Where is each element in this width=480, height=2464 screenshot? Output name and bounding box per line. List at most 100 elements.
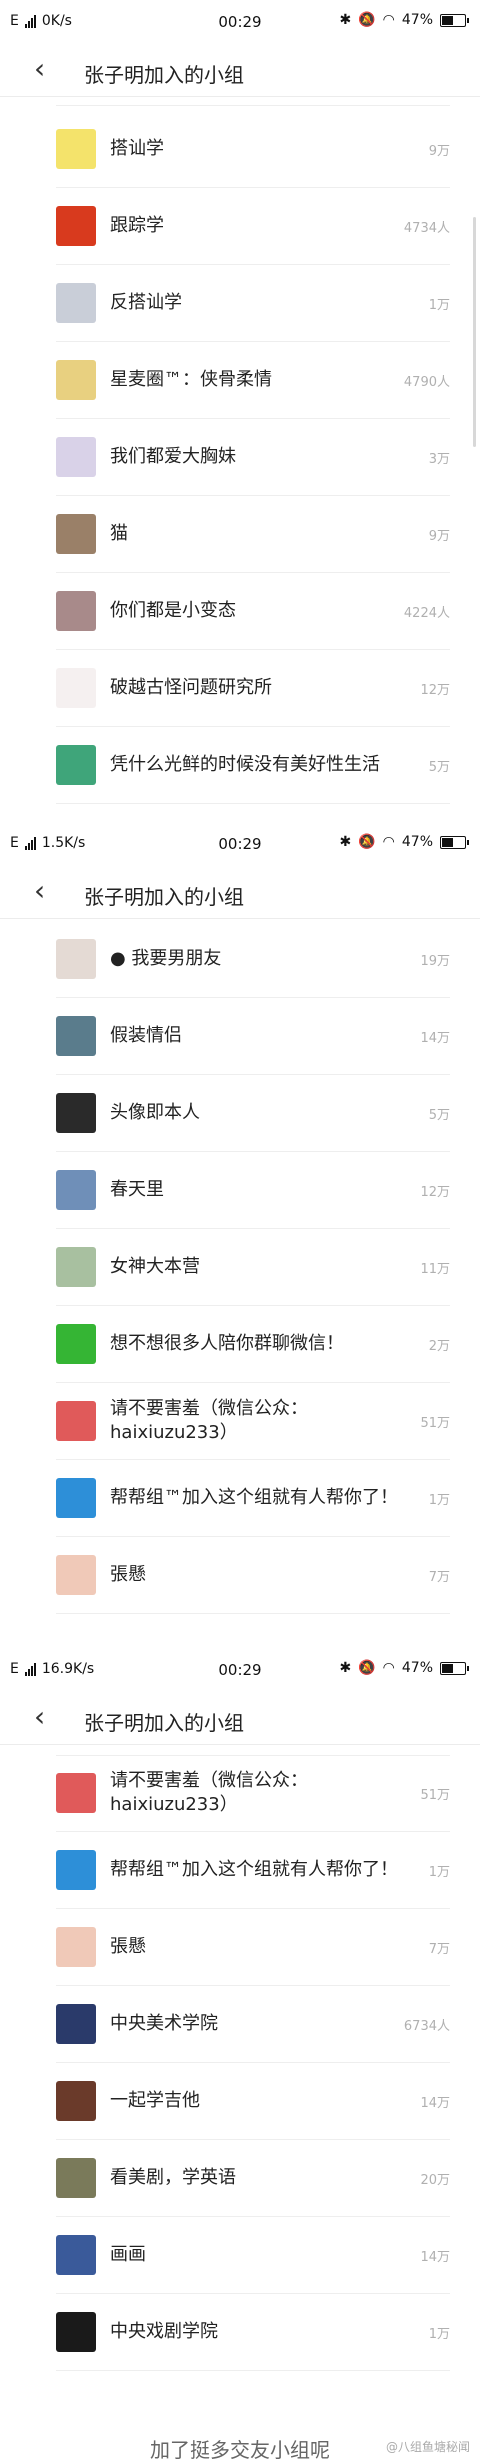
status-bar: E 0K/s 00:29 ✱ 🔕 ◠ 47%: [0, 0, 480, 44]
list-item[interactable]: 春天里 12万: [56, 1152, 450, 1229]
group-list[interactable]: 请不要害羞（微信公众：haixiuzu233） 51万帮帮组™加入这个组就有人帮你…: [0, 1745, 480, 2464]
pink-avatar: [56, 1927, 96, 1967]
soldier-avatar: [56, 2158, 96, 2198]
list-item[interactable]: 星麦圈™：侠骨柔情 4790人: [56, 342, 450, 419]
page-title: 张子明加入的小组: [84, 885, 244, 909]
mute-icon: 🔕: [358, 834, 376, 850]
back-arrow-icon[interactable]: ‹: [34, 55, 45, 83]
group-name: 反搭讪学: [110, 292, 182, 313]
group-name: 头像即本人: [110, 1102, 200, 1123]
group-name: 请不要害羞（微信公众：haixiuzu233）: [110, 1770, 308, 1815]
member-count: 6734人: [403, 2018, 450, 2034]
sunset-avatar: [56, 1247, 96, 1287]
group-name: 猫: [110, 523, 128, 544]
group-name: 跟踪学: [110, 215, 164, 236]
doraemon-avatar: [56, 1478, 96, 1518]
list-item[interactable]: 帮帮组™加入这个组就有人帮你了！ 1万: [56, 1832, 450, 1909]
list-item[interactable]: 搭讪学 9万: [56, 111, 450, 188]
drawing-avatar: [56, 745, 96, 785]
pink-avatar: [56, 1555, 96, 1595]
list-item[interactable]: 我们都爱大胸妹 3万: [56, 419, 450, 496]
member-count: 3万: [428, 451, 450, 467]
group-list[interactable]: ● 我要男朋友 19万 假装情侣 14万 头像即本人 5万 春天里 12万 女神大本营 11万 想不…: [0, 919, 480, 1648]
sea-avatar: [56, 1016, 96, 1056]
nohaixiu-avatar: [56, 1401, 96, 1441]
group-name: 中央美术学院: [110, 2013, 218, 2034]
battery-level: 47%: [401, 1660, 433, 1676]
group-name: 帮帮组™加入这个组就有人帮你了！: [110, 1487, 398, 1508]
battery-level: 47%: [401, 12, 433, 28]
paint-avatar: [56, 2235, 96, 2275]
group-name: 想不想很多人陪你群聊微信！: [110, 1333, 344, 1354]
list-item[interactable]: 破越古怪问题研究所 12万: [56, 650, 450, 727]
girl-avatar: [56, 591, 96, 631]
list-item[interactable]: 張懸 7万: [56, 1537, 450, 1614]
nohaixiu-avatar: [56, 1773, 96, 1813]
anime-avatar: [56, 437, 96, 477]
screenshot-1: E 0K/s 00:29 ✱ 🔕 ◠ 47% ‹ 张子明加入的小组 搭讪学 9万跟…: [0, 0, 480, 822]
group-name: 看美剧，学英语: [110, 2167, 236, 2188]
red-avatar: [56, 206, 96, 246]
list-item[interactable]: 跟踪学 4734人: [56, 188, 450, 265]
group-name: 凭什么光鲜的时候没有美好性生活: [110, 754, 380, 775]
member-count: 51万: [420, 1787, 450, 1803]
bluetooth-icon: ✱: [339, 834, 352, 850]
photo-avatar: [56, 283, 96, 323]
member-count: 5万: [428, 1107, 450, 1123]
back-arrow-icon[interactable]: ‹: [34, 877, 45, 905]
list-item[interactable]: 请不要害羞（微信公众：haixiuzu233） 51万: [56, 1755, 450, 1832]
member-count: 9万: [428, 528, 450, 544]
member-count: 19万: [420, 953, 450, 969]
cafa-avatar: [56, 2004, 96, 2044]
list-item[interactable]: 中央戏剧学院 1万: [56, 2294, 450, 2371]
group-name: 画画: [110, 2244, 146, 2265]
page-title: 张子明加入的小组: [84, 63, 244, 87]
list-item[interactable]: 猫 9万: [56, 496, 450, 573]
member-count: 1万: [428, 2326, 450, 2342]
member-count: 12万: [420, 682, 450, 698]
bluetooth-icon: ✱: [339, 12, 352, 28]
book-avatar: [56, 129, 96, 169]
list-item[interactable]: 一起学吉他 14万: [56, 2063, 450, 2140]
list-item[interactable]: 中央美术学院 6734人: [56, 1986, 450, 2063]
wifi-icon: ◠: [382, 834, 395, 850]
group-name: 假装情侣: [110, 1025, 182, 1046]
scrollbar[interactable]: [473, 217, 476, 447]
member-count: 12万: [420, 1184, 450, 1200]
list-item[interactable]: 看美剧，学英语 20万: [56, 2140, 450, 2217]
list-item[interactable]: 你们都是小变态 4224人: [56, 573, 450, 650]
member-count: 1万: [428, 1864, 450, 1880]
group-name: 破越古怪问题研究所: [110, 677, 272, 698]
list-item[interactable]: 帮帮组™加入这个组就有人帮你了！ 1万: [56, 1460, 450, 1537]
list-item[interactable]: 張懸 7万: [56, 1909, 450, 1986]
list-item[interactable]: ● 我要男朋友 19万: [56, 921, 450, 998]
member-count: 5万: [428, 759, 450, 775]
list-item[interactable]: 请不要害羞（微信公众：haixiuzu233） 51万: [56, 1383, 450, 1460]
list-item[interactable]: 反搭讪学 1万: [56, 265, 450, 342]
list-item-partial: [56, 97, 450, 106]
list-item[interactable]: 凭什么光鲜的时候没有美好性生活 5万: [56, 727, 450, 804]
member-count: 7万: [428, 1569, 450, 1585]
screenshot-3: E 16.9K/s 00:29 ✱ 🔕 ◠ 47% ‹ 张子明加入的小组 请不要…: [0, 1648, 480, 2464]
list-item[interactable]: 女神大本营 11万: [56, 1229, 450, 1306]
list-item[interactable]: 头像即本人 5万: [56, 1075, 450, 1152]
wifi-icon: ◠: [382, 1660, 395, 1676]
badge-avatar: [56, 360, 96, 400]
group-list[interactable]: 搭讪学 9万 跟踪学 4734人 反搭讪学 1万 星麦圈™：侠骨柔情 4790人 我们都爱大胸妹…: [0, 97, 480, 822]
list-item[interactable]: 画画 14万: [56, 2217, 450, 2294]
wifi-icon: ◠: [382, 12, 395, 28]
member-count: 20万: [420, 2172, 450, 2188]
member-count: 51万: [420, 1415, 450, 1431]
cat-avatar: [56, 514, 96, 554]
mute-icon: 🔕: [358, 1660, 376, 1676]
back-arrow-icon[interactable]: ‹: [34, 1703, 45, 1731]
group-name: 春天里: [110, 1179, 164, 1200]
list-item[interactable]: 想不想很多人陪你群聊微信！ 2万: [56, 1306, 450, 1383]
member-count: 14万: [420, 2095, 450, 2111]
list-item[interactable]: 假装情侣 14万: [56, 998, 450, 1075]
screenshot-2: E 1.5K/s 00:29 ✱ 🔕 ◠ 47% ‹ 张子明加入的小组 ● 我要…: [0, 822, 480, 1648]
nav-bar: ‹ 张子明加入的小组: [0, 44, 480, 97]
group-name: 请不要害羞（微信公众：haixiuzu233）: [110, 1398, 308, 1443]
pattern-avatar: [56, 939, 96, 979]
battery-icon: [440, 1661, 469, 1675]
